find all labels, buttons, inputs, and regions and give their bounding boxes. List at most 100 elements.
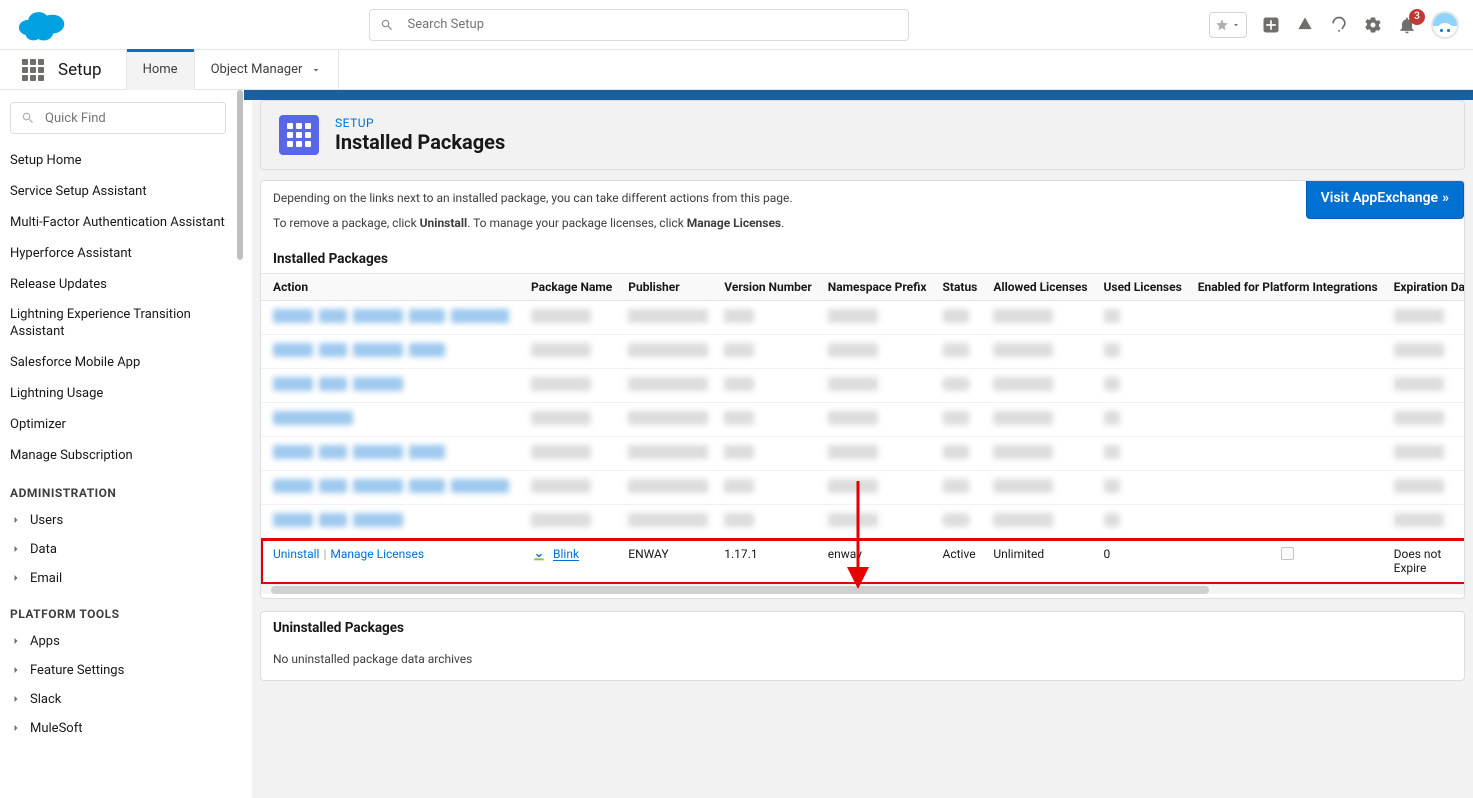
tab-object-manager[interactable]: Object Manager [194,50,340,90]
content: SETUP Installed Packages Visit AppExchan… [244,90,1473,798]
intro-line-1: Depending on the links next to an instal… [273,189,1452,208]
version-cell: 1.17.1 [716,539,820,584]
app-title: Setup [58,60,102,80]
sidebar-item[interactable]: Multi-Factor Authentication Assistant [10,208,226,239]
sidebar-item-label: Users [30,513,63,528]
table-scroll: ActionPackage NamePublisherVersion Numbe… [261,273,1464,584]
sidebar-item[interactable]: Service Setup Assistant [10,177,226,208]
sidebar-scrollbar[interactable] [236,90,244,798]
visit-appexchange-label: Visit AppExchange [1321,190,1438,206]
sidebar-item[interactable]: Feature Settings [10,656,226,685]
visit-appexchange-button[interactable]: Visit AppExchange» [1306,180,1464,219]
sidebar-item[interactable]: Lightning Experience Transition Assistan… [10,300,226,348]
quick-find[interactable] [10,102,226,134]
star-icon [1215,18,1229,32]
installed-packages-table: ActionPackage NamePublisherVersion Numbe… [261,273,1464,584]
scrollbar-thumb[interactable] [237,90,243,260]
header-icons: 3 [1209,11,1459,39]
user-avatar[interactable] [1431,11,1459,39]
page-header: SETUP Installed Packages [260,100,1465,170]
table-row [261,505,1464,539]
sidebar-item[interactable]: Users [10,506,226,535]
salesforce-logo[interactable] [16,7,68,43]
chevron-down-icon [310,64,322,76]
tab-home-label: Home [143,62,178,77]
main-area: Setup HomeService Setup AssistantMulti-F… [0,90,1473,798]
table-row-highlighted: Uninstall|Manage LicensesBlinkENWAY1.17.… [261,539,1464,584]
sidebar-heading: PLATFORM TOOLS [10,593,226,627]
sidebar-item-label: MuleSoft [30,721,82,736]
sidebar-item-label: Data [30,542,57,557]
table-header: Status [935,274,986,301]
sidebar-wrap: Setup HomeService Setup AssistantMulti-F… [0,90,244,798]
sidebar-item-label: Email [30,571,62,586]
uninstalled-section-title: Uninstalled Packages [261,612,1464,642]
installed-packages-panel: Visit AppExchange» Depending on the link… [260,180,1465,599]
gear-icon[interactable] [1363,15,1383,35]
favorites-button[interactable] [1209,12,1247,38]
installed-section-title: Installed Packages [261,243,1464,273]
publisher-cell: ENWAY [620,539,716,584]
sidebar-item[interactable]: Hyperforce Assistant [10,239,226,270]
sidebar-item[interactable]: Salesforce Mobile App [10,348,226,379]
uninstall-link[interactable]: Uninstall [273,547,319,561]
chevron-right-icon [10,722,22,734]
setup-sidebar: Setup HomeService Setup AssistantMulti-F… [0,90,236,798]
table-header: Publisher [620,274,716,301]
table-header-row: ActionPackage NamePublisherVersion Numbe… [261,274,1464,301]
allowed-cell: Unlimited [985,539,1095,584]
uninstalled-message: No uninstalled package data archives [261,642,1464,680]
sidebar-item[interactable]: Release Updates [10,270,226,301]
notifications-button[interactable]: 3 [1397,15,1417,35]
page-eyebrow: SETUP [335,116,505,130]
global-search-input[interactable] [408,17,898,32]
table-row [261,301,1464,335]
app-launcher-icon[interactable] [22,59,44,81]
sidebar-item[interactable]: Slack [10,685,226,714]
download-icon [531,547,547,563]
uninstalled-packages-panel: Uninstalled Packages No uninstalled pack… [260,611,1465,681]
sidebar-item[interactable]: Email [10,564,226,593]
global-search[interactable] [369,9,909,41]
sidebar-item[interactable]: MuleSoft [10,714,226,743]
page-title: Installed Packages [335,130,505,154]
package-name-link[interactable]: Blink [553,548,579,562]
expiration-cell: Does not Expire [1386,539,1464,584]
table-header: Used Licenses [1096,274,1190,301]
table-row [261,471,1464,505]
trailhead-icon[interactable] [1295,15,1315,35]
sidebar-item[interactable]: Optimizer [10,410,226,441]
panel-intro: Visit AppExchange» Depending on the link… [261,181,1464,243]
raquo-icon: » [1442,190,1449,206]
chevron-right-icon [10,664,22,676]
sidebar-item[interactable]: Setup Home [10,146,226,177]
sidebar-item[interactable]: Lightning Usage [10,379,226,410]
intro-line-2: To remove a package, click Uninstall. To… [273,214,1452,233]
platform-integrations-checkbox[interactable] [1281,547,1294,560]
table-header: Action [261,274,523,301]
chevron-down-icon [1231,20,1241,30]
add-icon[interactable] [1261,15,1281,35]
table-header: Expiration Date [1386,274,1464,301]
sidebar-item[interactable]: Data [10,535,226,564]
search-icon [21,111,35,125]
global-header: 3 [0,0,1473,50]
sidebar-item-label: Feature Settings [30,663,124,678]
quick-find-input[interactable] [45,111,215,126]
sidebar-item[interactable]: Apps [10,627,226,656]
sidebar-item-label: Slack [30,692,61,707]
table-header: Namespace Prefix [820,274,935,301]
scrollbar-thumb[interactable] [271,586,1209,594]
sidebar-item-label: Apps [30,634,60,649]
table-row [261,437,1464,471]
horizontal-scrollbar[interactable] [261,584,1464,594]
table-header: Enabled for Platform Integrations [1190,274,1386,301]
tab-home[interactable]: Home [126,50,194,90]
chevron-right-icon [10,693,22,705]
sidebar-item[interactable]: Manage Subscription [10,441,226,472]
table-header: Allowed Licenses [985,274,1095,301]
sidebar-heading: ADMINISTRATION [10,472,226,506]
help-icon[interactable] [1329,15,1349,35]
manage-licenses-link[interactable]: Manage Licenses [330,547,424,561]
used-cell: 0 [1096,539,1190,584]
